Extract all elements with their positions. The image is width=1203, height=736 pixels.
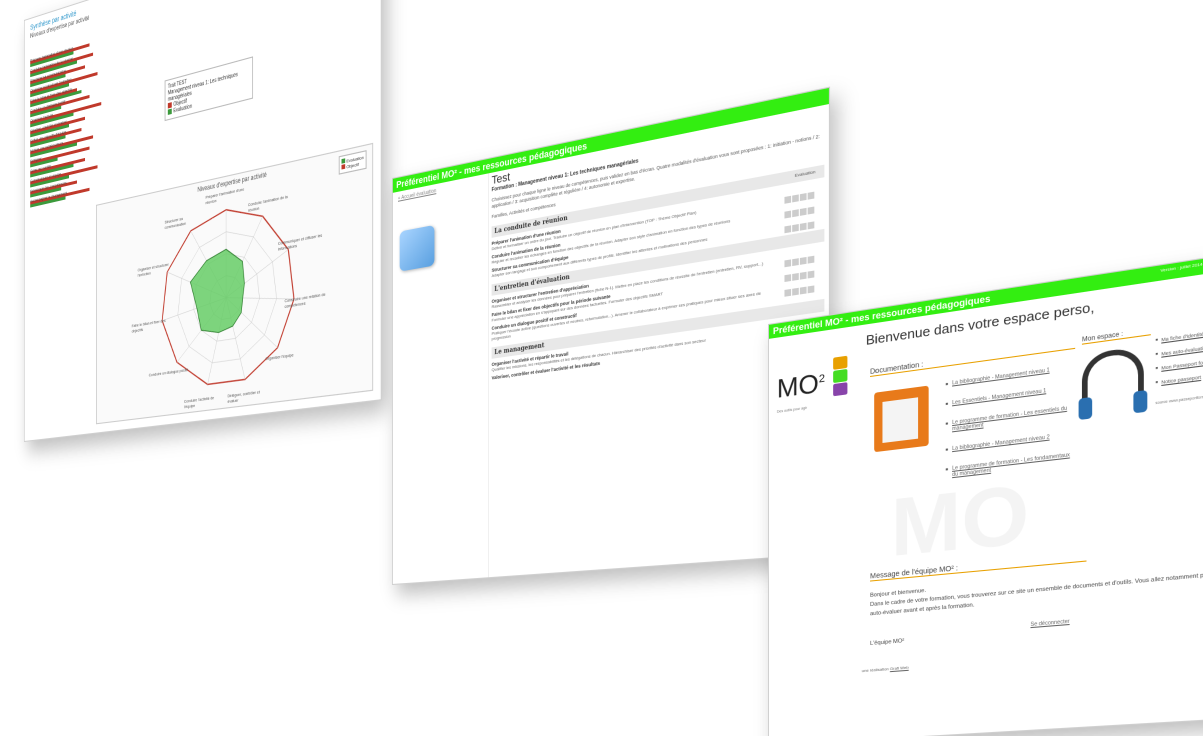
logout-link[interactable]: Se déconnecter xyxy=(1030,619,1069,629)
radar-chart xyxy=(97,144,372,423)
folder-icon xyxy=(874,385,929,453)
credit-line: une réalisation Grafi Web xyxy=(862,665,909,674)
espace-link[interactable]: Mes auto-évaluations xyxy=(1155,343,1203,357)
rating-cell[interactable] xyxy=(799,286,807,295)
espace-heading: Mon espace : xyxy=(1081,327,1151,345)
presentation-stage: Synthèse par activité Niveaux d'expertis… xyxy=(0,0,1203,736)
espace-link[interactable]: Ma fiche d'identité xyxy=(1155,329,1203,343)
rating-cell[interactable] xyxy=(799,222,807,231)
personal-space-panel: Préférentiel MO² - mes ressources pédago… xyxy=(768,244,1203,736)
evaluation-app-icon xyxy=(399,224,435,272)
synthesis-chart-panel: Synthèse par activité Niveaux d'expertis… xyxy=(24,0,382,442)
logo-tagline: Des outils pour agir xyxy=(776,405,808,414)
bar-chart: Préparer l'animation d'une réunion Condui… xyxy=(30,33,117,210)
logo-sup: 2 xyxy=(818,372,826,386)
espace-link[interactable]: Mon Passeport formation xyxy=(1155,358,1203,372)
evaluation-form-panel: Préférentiel MO² - mes ressources pédago… xyxy=(392,86,831,585)
documentation-list: La bibliographie - Management niveau 1Le… xyxy=(946,364,1078,493)
rating-cell[interactable] xyxy=(792,287,799,296)
mo2-logo: MO2 xyxy=(777,367,825,405)
source-note: source www.passeportformation.eu xyxy=(1155,392,1203,406)
evaluation-swatch xyxy=(167,108,172,116)
credit-text: une réalisation xyxy=(861,666,889,674)
documentation-link[interactable]: La bibliographie - Management niveau 1 xyxy=(946,364,1078,388)
rating-cell[interactable] xyxy=(807,285,815,294)
puzzle-icon xyxy=(833,355,848,399)
logo-text: MO xyxy=(776,367,819,404)
rating-cell[interactable] xyxy=(784,288,792,297)
espace-link[interactable]: Notice passeport xyxy=(1155,372,1203,386)
documentation-link[interactable]: Le programme de formation - Les essentie… xyxy=(946,404,1078,433)
credit-link[interactable]: Grafi Web xyxy=(890,665,909,672)
evaluation-sidebar: « Accueil évaluation xyxy=(392,173,489,584)
documentation-link[interactable]: La bibliographie - Management niveau 2 xyxy=(946,431,1078,453)
rating-cell[interactable] xyxy=(807,221,815,230)
documentation-link[interactable]: Les Essentiels - Management niveau 1 xyxy=(946,384,1078,407)
rating-cell[interactable] xyxy=(792,224,799,232)
headphones-icon xyxy=(1081,345,1144,409)
documentation-link[interactable]: Le programme de formation - Les fondamen… xyxy=(946,451,1078,479)
team-signature: L'équipe MO² xyxy=(870,638,905,648)
espace-list: Ma fiche d'identitéMes auto-évaluationsM… xyxy=(1155,329,1203,394)
rating-cell[interactable] xyxy=(784,225,792,234)
bar-chart-legend: Trait TEST Management niveau 1: Les tech… xyxy=(164,56,254,122)
radar-chart-box: Niveaux d'expertise par activité Evaluat… xyxy=(96,142,374,425)
